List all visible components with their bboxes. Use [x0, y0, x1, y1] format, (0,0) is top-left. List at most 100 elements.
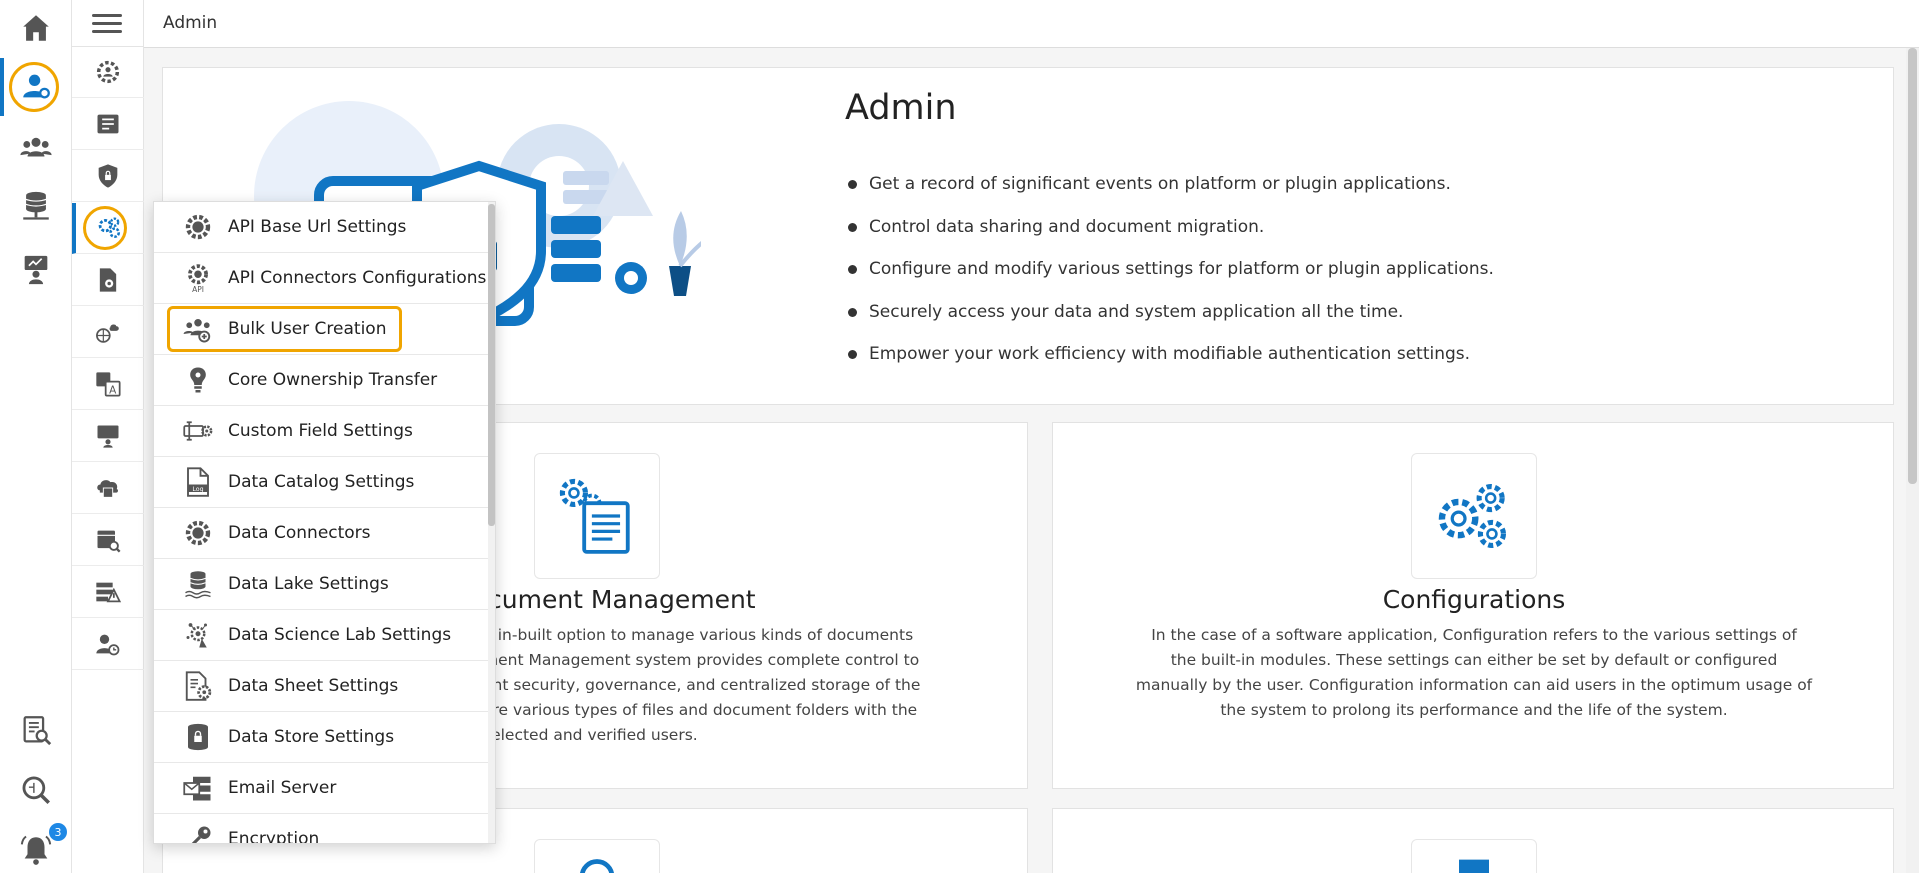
partial-card-icon-box — [1411, 839, 1537, 873]
menu-item-data-catalog-settings[interactable]: Log Data Catalog Settings — [154, 457, 490, 508]
menu-item-data-store-settings[interactable]: Data Store Settings — [154, 712, 490, 763]
svg-text:Log: Log — [192, 486, 203, 493]
hero-bullet: Get a record of significant events on pl… — [845, 163, 1494, 206]
menu-item-data-lake-settings[interactable]: Data Lake Settings — [154, 559, 490, 610]
document-management-description: n in-built option to manage various kind… — [483, 623, 923, 748]
menu-item-label: Core Ownership Transfer — [228, 370, 438, 390]
configurations-dropdown-menu: API Base Url Settings API API Connectors… — [153, 201, 496, 844]
database-icon — [185, 571, 211, 599]
hero-bullet: Control data sharing and document migrat… — [845, 206, 1494, 249]
api-gear-icon: API — [188, 264, 208, 293]
sidebar-item-audit[interactable] — [72, 47, 144, 98]
database-network-icon[interactable] — [12, 182, 60, 230]
page-title: Admin — [163, 13, 218, 33]
users-add-icon — [183, 319, 211, 343]
sidebar-item-security[interactable] — [72, 151, 144, 202]
users-group-icon[interactable] — [12, 124, 60, 172]
user-clock-icon — [96, 634, 120, 656]
description-line: In the case of a software application, C… — [1151, 626, 1797, 644]
menu-item-label: Data Science Lab Settings — [228, 625, 452, 645]
gear-user-icon — [96, 60, 120, 84]
calendar-search-icon — [97, 530, 121, 553]
shield-lock-icon — [98, 164, 118, 188]
description-line: are various types of files and document … — [483, 701, 918, 719]
menu-item-core-ownership-transfer[interactable]: Core Ownership Transfer — [154, 355, 490, 406]
menu-item-label: Data Lake Settings — [228, 574, 389, 594]
cloud-server-icon — [97, 480, 118, 498]
menu-item-encryption[interactable]: Encryption — [154, 814, 490, 844]
menu-item-api-connectors-configurations[interactable]: API API Connectors Configurations — [154, 253, 490, 304]
partial-block-icon — [1459, 859, 1489, 873]
main-rail: 3 — [0, 0, 72, 873]
menu-item-label: API Connectors Configurations — [228, 268, 487, 288]
configurations-description: In the case of a software application, C… — [1113, 623, 1835, 723]
dropdown-scrollbar-thumb[interactable] — [488, 204, 495, 526]
svg-text:A: A — [109, 384, 117, 396]
sidebar-highlight-ring — [83, 206, 127, 250]
menu-item-label: Bulk User Creation — [228, 319, 387, 339]
home-icon[interactable] — [12, 4, 60, 52]
page-scrollbar-thumb[interactable] — [1908, 48, 1917, 484]
sidebar-item-cloud[interactable] — [72, 463, 144, 514]
globe-cloud-icon — [96, 324, 119, 343]
sidebar-item-alerts[interactable] — [72, 567, 144, 618]
sidebar-item-migration[interactable] — [72, 307, 144, 358]
rail-active-indicator — [0, 58, 4, 116]
document-list-icon — [97, 114, 119, 134]
bulb-icon — [190, 367, 206, 393]
gears-icon — [1438, 483, 1507, 549]
menu-item-label: Data Store Settings — [228, 727, 395, 747]
partial-card-right[interactable] — [1052, 808, 1894, 873]
menu-item-label: Custom Field Settings — [228, 421, 413, 441]
description-line: manually by the user. Configuration info… — [1135, 676, 1813, 694]
menu-item-data-science-lab-settings[interactable]: Data Science Lab Settings — [154, 610, 490, 661]
translate-icon: A — [96, 372, 121, 397]
menu-item-api-base-url-settings[interactable]: API Base Url Settings — [154, 202, 490, 253]
gear-icon — [185, 214, 211, 240]
document-management-icon-box — [534, 453, 660, 579]
svg-text:API: API — [192, 285, 204, 293]
document-search-icon[interactable] — [12, 706, 60, 754]
menu-toggle-icon[interactable] — [92, 14, 122, 34]
partial-circle-icon — [580, 859, 614, 873]
field-gear-icon — [183, 421, 213, 441]
admin-sidebar: A — [72, 0, 144, 873]
hero-bullet: Configure and modify various settings fo… — [845, 248, 1494, 291]
menu-item-label: API Base Url Settings — [228, 217, 407, 237]
menu-item-custom-field-settings[interactable]: Custom Field Settings — [154, 406, 490, 457]
menu-item-label: Data Catalog Settings — [228, 472, 415, 492]
description-line: the system to prolong its performance an… — [1220, 701, 1728, 719]
menu-item-data-connectors[interactable]: Data Connectors — [154, 508, 490, 559]
search-icon[interactable] — [12, 766, 60, 814]
document-management-title: cument Management — [488, 585, 756, 614]
configurations-card[interactable]: Configurations In the case of a software… — [1052, 422, 1894, 789]
sidebar-item-training[interactable] — [72, 411, 144, 462]
email-server-icon — [183, 776, 211, 801]
lock-database-icon — [188, 723, 208, 751]
sidebar-item-sessions[interactable] — [72, 619, 144, 670]
description-line: ment Management system provides complete… — [483, 651, 920, 669]
sheet-gear-icon — [185, 671, 212, 701]
document-gear-icon — [99, 268, 117, 292]
gear-icon — [185, 520, 211, 546]
presentation-icon — [97, 425, 119, 448]
menu-item-bulk-user-creation[interactable]: Bulk User Creation — [154, 304, 490, 355]
menu-item-data-sheet-settings[interactable]: Data Sheet Settings — [154, 661, 490, 712]
dropdown-scrollbar[interactable] — [488, 202, 495, 843]
sidebar-item-schedule[interactable] — [72, 515, 144, 566]
log-file-icon: Log — [187, 467, 209, 497]
rail-highlight-ring — [9, 62, 59, 112]
menu-item-label: Data Sheet Settings — [228, 676, 399, 696]
presentation-user-icon[interactable] — [12, 246, 60, 294]
hero-title: Admin — [845, 88, 957, 128]
sidebar-item-licensing[interactable] — [72, 99, 144, 150]
configurations-title: Configurations — [1382, 585, 1566, 614]
sidebar-item-document[interactable] — [72, 255, 144, 306]
description-line: the built-in modules. These settings can… — [1170, 651, 1778, 669]
page-scrollbar[interactable] — [1906, 48, 1919, 873]
menu-item-label: Encryption — [228, 829, 320, 844]
sidebar-item-language[interactable]: A — [72, 359, 144, 410]
menu-item-label: Data Connectors — [228, 523, 371, 543]
description-line: ent security, governance, and centralize… — [483, 676, 921, 694]
menu-item-email-server[interactable]: Email Server — [154, 763, 490, 814]
